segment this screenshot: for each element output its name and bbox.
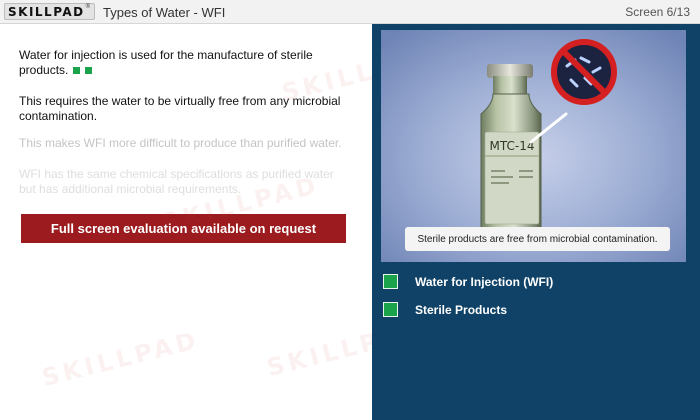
paragraph-2: This requires the water to be virtually … [19, 94, 341, 123]
progress-square-icon [73, 67, 81, 74]
progress-square-icon [85, 67, 93, 74]
header-bar: SKILLPAD ® Types of Water - WFI Screen 6… [0, 0, 700, 24]
screen-counter: Screen 6/13 [625, 5, 690, 19]
sterile-product-illustration: MTC-14 Sterile products are free from mi… [381, 30, 686, 262]
paragraph-3: This makes WFI more difficult to produce… [19, 136, 342, 150]
vial-label: MTC-14 [490, 139, 535, 153]
paragraph-4: WFI has the same chemical specifications… [19, 167, 334, 196]
skillpad-logo: SKILLPAD ® [4, 3, 96, 20]
text-panel: Water for injection is used for the manu… [0, 25, 372, 420]
topic-checkbox-icon[interactable] [383, 302, 398, 317]
media-panel: MTC-14 Sterile products are free from mi… [372, 24, 700, 420]
evaluation-banner: Full screen evaluation available on requ… [21, 214, 346, 243]
page-title: Types of Water - WFI [103, 5, 226, 20]
topic-item-wfi[interactable]: Water for Injection (WFI) [372, 269, 700, 297]
topic-item-sterile-products[interactable]: Sterile Products [372, 297, 700, 325]
image-caption: Sterile products are free from microbial… [405, 227, 670, 251]
topic-label: Sterile Products [415, 303, 508, 317]
logo-wordmark: SKILLPAD [8, 4, 85, 19]
topic-list: Water for Injection (WFI) Sterile Produc… [372, 269, 700, 325]
no-bacteria-icon [551, 39, 617, 105]
topic-checkbox-icon[interactable] [383, 274, 398, 289]
paragraph-1-text: Water for injection is used for the manu… [19, 48, 313, 77]
paragraph-1: Water for injection is used for the manu… [19, 48, 349, 78]
logo-trademark: ® [85, 4, 91, 10]
topic-label: Water for Injection (WFI) [415, 275, 554, 289]
